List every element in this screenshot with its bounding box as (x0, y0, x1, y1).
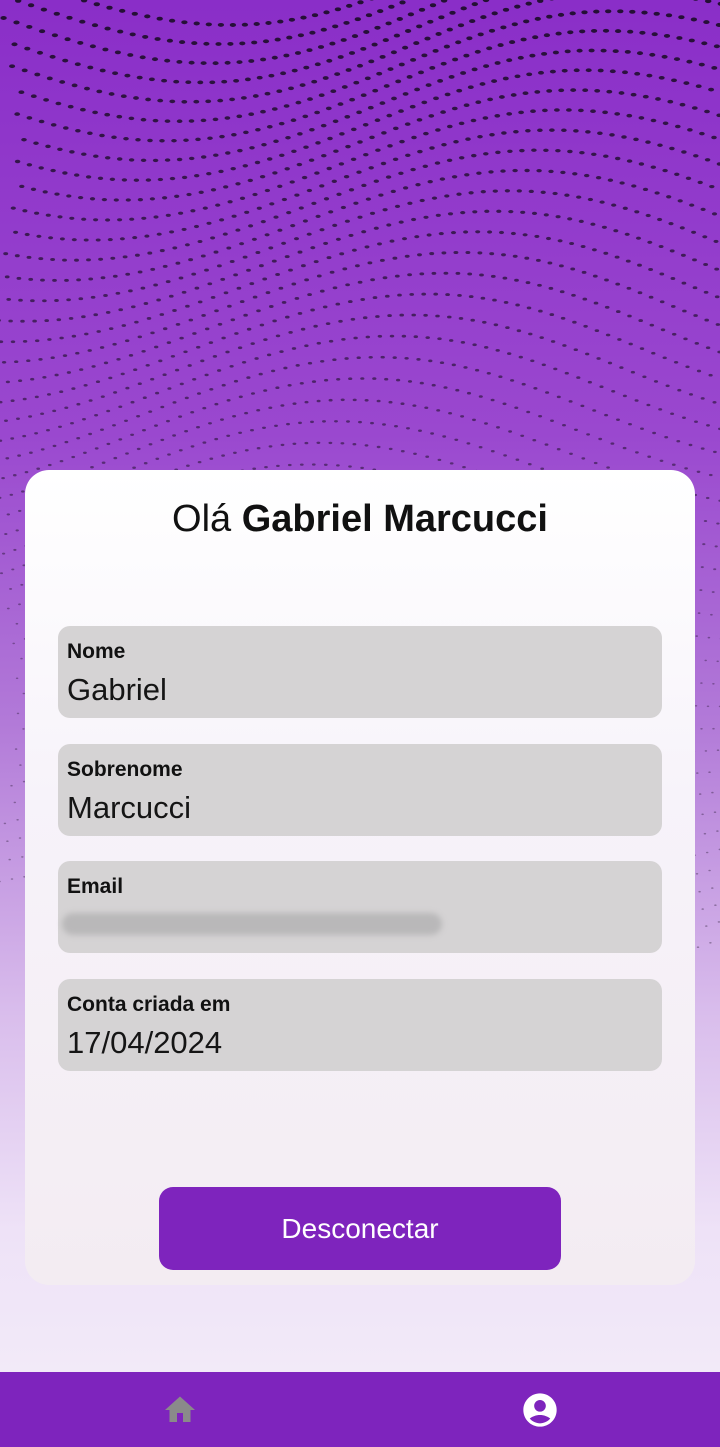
created-date-value: 17/04/2024 (67, 1025, 223, 1060)
created-date-field: Conta criada em 17/04/2024 (58, 979, 662, 1071)
nav-profile-tab[interactable] (480, 1372, 600, 1447)
logout-button-label: Desconectar (281, 1212, 439, 1244)
home-icon (165, 1396, 195, 1422)
first-name-field: Nome Gabriel (58, 626, 662, 718)
email-label: Email (67, 875, 124, 898)
profile-card: Olá Gabriel Marcucci Nome Gabriel Sobren… (25, 470, 695, 1285)
last-name-value: Marcucci (67, 790, 192, 825)
last-name-field: Sobrenome Marcucci (58, 744, 662, 836)
first-name-label: Nome (67, 640, 126, 663)
email-value-redacted (62, 913, 442, 935)
greeting-prefix: Olá (172, 498, 232, 540)
created-date-label: Conta criada em (67, 993, 231, 1016)
account-circle-icon (523, 1392, 557, 1427)
last-name-label: Sobrenome (67, 758, 183, 781)
greeting-user-name: Gabriel Marcucci (241, 498, 548, 540)
greeting-heading: Olá Gabriel Marcucci (25, 498, 695, 541)
logout-button[interactable]: Desconectar (159, 1187, 561, 1270)
nav-home-tab[interactable] (120, 1372, 240, 1447)
email-field: Email (58, 861, 662, 953)
first-name-value: Gabriel (67, 672, 167, 707)
bottom-navigation-bar (0, 1372, 720, 1447)
